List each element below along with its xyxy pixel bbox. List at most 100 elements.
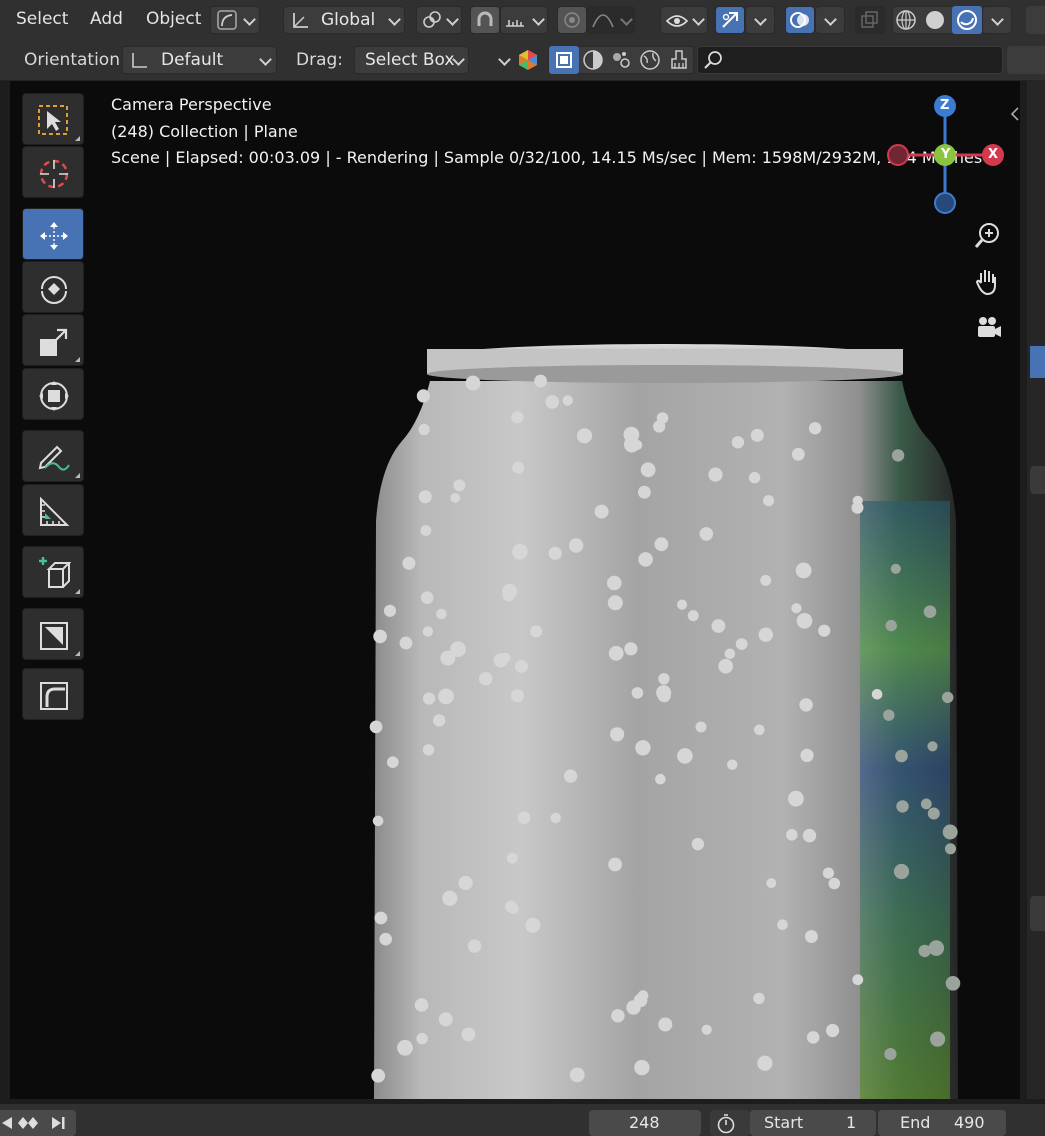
collapse-sidebar-icon[interactable]: [1010, 106, 1020, 122]
droplet: [748, 471, 761, 484]
particles-icon[interactable]: [610, 49, 632, 71]
droplet: [799, 698, 813, 712]
droplet: [885, 619, 897, 632]
3d-viewport[interactable]: Camera Perspective (248) Collection | Pl…: [10, 81, 1020, 1099]
tool-extrude[interactable]: [22, 608, 84, 660]
droplet: [420, 525, 432, 536]
annotate-pencil-icon: [38, 445, 70, 471]
xray-toggle[interactable]: [855, 6, 885, 34]
tool-move[interactable]: [22, 208, 84, 260]
select-box-icon: [38, 105, 68, 135]
preview-range-toggle[interactable]: [710, 1110, 750, 1136]
move-icon: [40, 222, 68, 250]
droplet: [750, 428, 764, 442]
measure-ruler-icon: [40, 496, 70, 526]
droplet: [766, 878, 777, 889]
droplet: [506, 852, 518, 864]
droplet: [607, 595, 623, 611]
shading-dropdown[interactable]: [982, 6, 1012, 34]
rendered-shading-button[interactable]: [952, 6, 982, 34]
gizmo-toggle[interactable]: [715, 6, 745, 34]
droplet: [534, 374, 547, 388]
color-hexagon-icon[interactable]: [517, 49, 539, 71]
collapse-chevron-icon[interactable]: [498, 53, 511, 66]
material-sphere-icon[interactable]: [582, 49, 604, 71]
transform-space-dropdown[interactable]: Global: [283, 6, 405, 34]
pivot-dropdown[interactable]: [416, 6, 462, 34]
pan-hand-icon[interactable]: [973, 267, 1003, 297]
droplet: [677, 599, 688, 610]
snap-target-dropdown[interactable]: [500, 6, 548, 34]
properties-panel-edge[interactable]: [1027, 81, 1045, 1099]
play-reverse-icon[interactable]: [0, 1116, 14, 1130]
camera-view-icon[interactable]: [973, 313, 1003, 343]
visibility-dropdown[interactable]: [660, 6, 708, 34]
chevron-down-icon: [532, 13, 545, 26]
tool-scale[interactable]: [22, 314, 84, 366]
orientation-value: Default: [161, 50, 224, 70]
tool-bevel[interactable]: [22, 668, 84, 720]
chevron-down-icon: [754, 13, 767, 26]
droplet: [374, 911, 388, 925]
droplet: [420, 591, 434, 604]
panel-tab[interactable]: [1030, 896, 1045, 931]
droplet: [795, 562, 812, 579]
orientation-dropdown[interactable]: Default: [122, 46, 277, 74]
tool-rotate[interactable]: [22, 261, 84, 313]
zoom-icon[interactable]: [973, 221, 1003, 251]
tool-transform[interactable]: [22, 368, 84, 420]
tool-annotate[interactable]: [22, 430, 84, 482]
droplet: [514, 659, 528, 673]
proportional-edit-toggle[interactable]: [557, 6, 587, 34]
menu-select[interactable]: Select: [16, 9, 68, 29]
droplet: [640, 462, 656, 478]
droplet: [505, 900, 517, 913]
droplet: [397, 1039, 413, 1056]
keyframe-jump-icon[interactable]: [17, 1116, 39, 1130]
panel-tab[interactable]: [1030, 466, 1045, 494]
timeline-bar: 248 Start 1 End 490: [0, 1104, 1045, 1136]
droplet: [758, 627, 773, 642]
current-frame-field[interactable]: 248: [589, 1110, 701, 1136]
droplet: [826, 1023, 840, 1038]
droplet: [796, 613, 813, 629]
transform-icon: [39, 381, 69, 411]
tool-select-box[interactable]: [22, 93, 84, 145]
tool-add-cube[interactable]: [22, 546, 84, 598]
droplet: [416, 389, 430, 403]
menu-object[interactable]: Object: [146, 9, 201, 29]
gizmo-dropdown[interactable]: [745, 6, 775, 34]
search-icon: [704, 51, 722, 69]
start-frame-field[interactable]: Start 1: [750, 1110, 876, 1136]
droplet: [822, 867, 835, 879]
droplet: [701, 1024, 712, 1035]
menu-add[interactable]: Add: [90, 9, 123, 29]
droplet: [550, 812, 561, 824]
xray-icon: [861, 11, 878, 28]
start-label: Start: [764, 1113, 804, 1132]
snap-toggle[interactable]: [470, 6, 500, 34]
end-frame-field[interactable]: End 490: [878, 1110, 1006, 1136]
filter-mesh-button[interactable]: [549, 46, 579, 74]
header-overflow-right: [1007, 46, 1045, 74]
overlays-toggle[interactable]: [785, 6, 815, 34]
droplet: [416, 1032, 428, 1045]
active-tab-indicator: [1030, 346, 1045, 378]
tool-cursor[interactable]: [22, 146, 84, 198]
falloff-dropdown[interactable]: [587, 6, 635, 34]
mode-dropdown[interactable]: [210, 6, 260, 34]
droplet: [753, 992, 765, 1005]
world-icon[interactable]: [639, 49, 661, 71]
tool-measure[interactable]: [22, 484, 84, 536]
drag-dropdown[interactable]: Select Box: [354, 46, 469, 74]
wireframe-shading-icon[interactable]: [895, 9, 917, 31]
solid-shading-icon[interactable]: [924, 9, 946, 31]
overlays-dropdown[interactable]: [815, 6, 845, 34]
brush-icon[interactable]: [668, 49, 690, 71]
droplet: [890, 563, 901, 574]
jump-end-icon[interactable]: [50, 1116, 66, 1130]
droplet: [623, 426, 640, 443]
current-frame-value: 248: [629, 1113, 660, 1132]
droplet: [635, 740, 651, 756]
search-input[interactable]: [697, 46, 1003, 74]
